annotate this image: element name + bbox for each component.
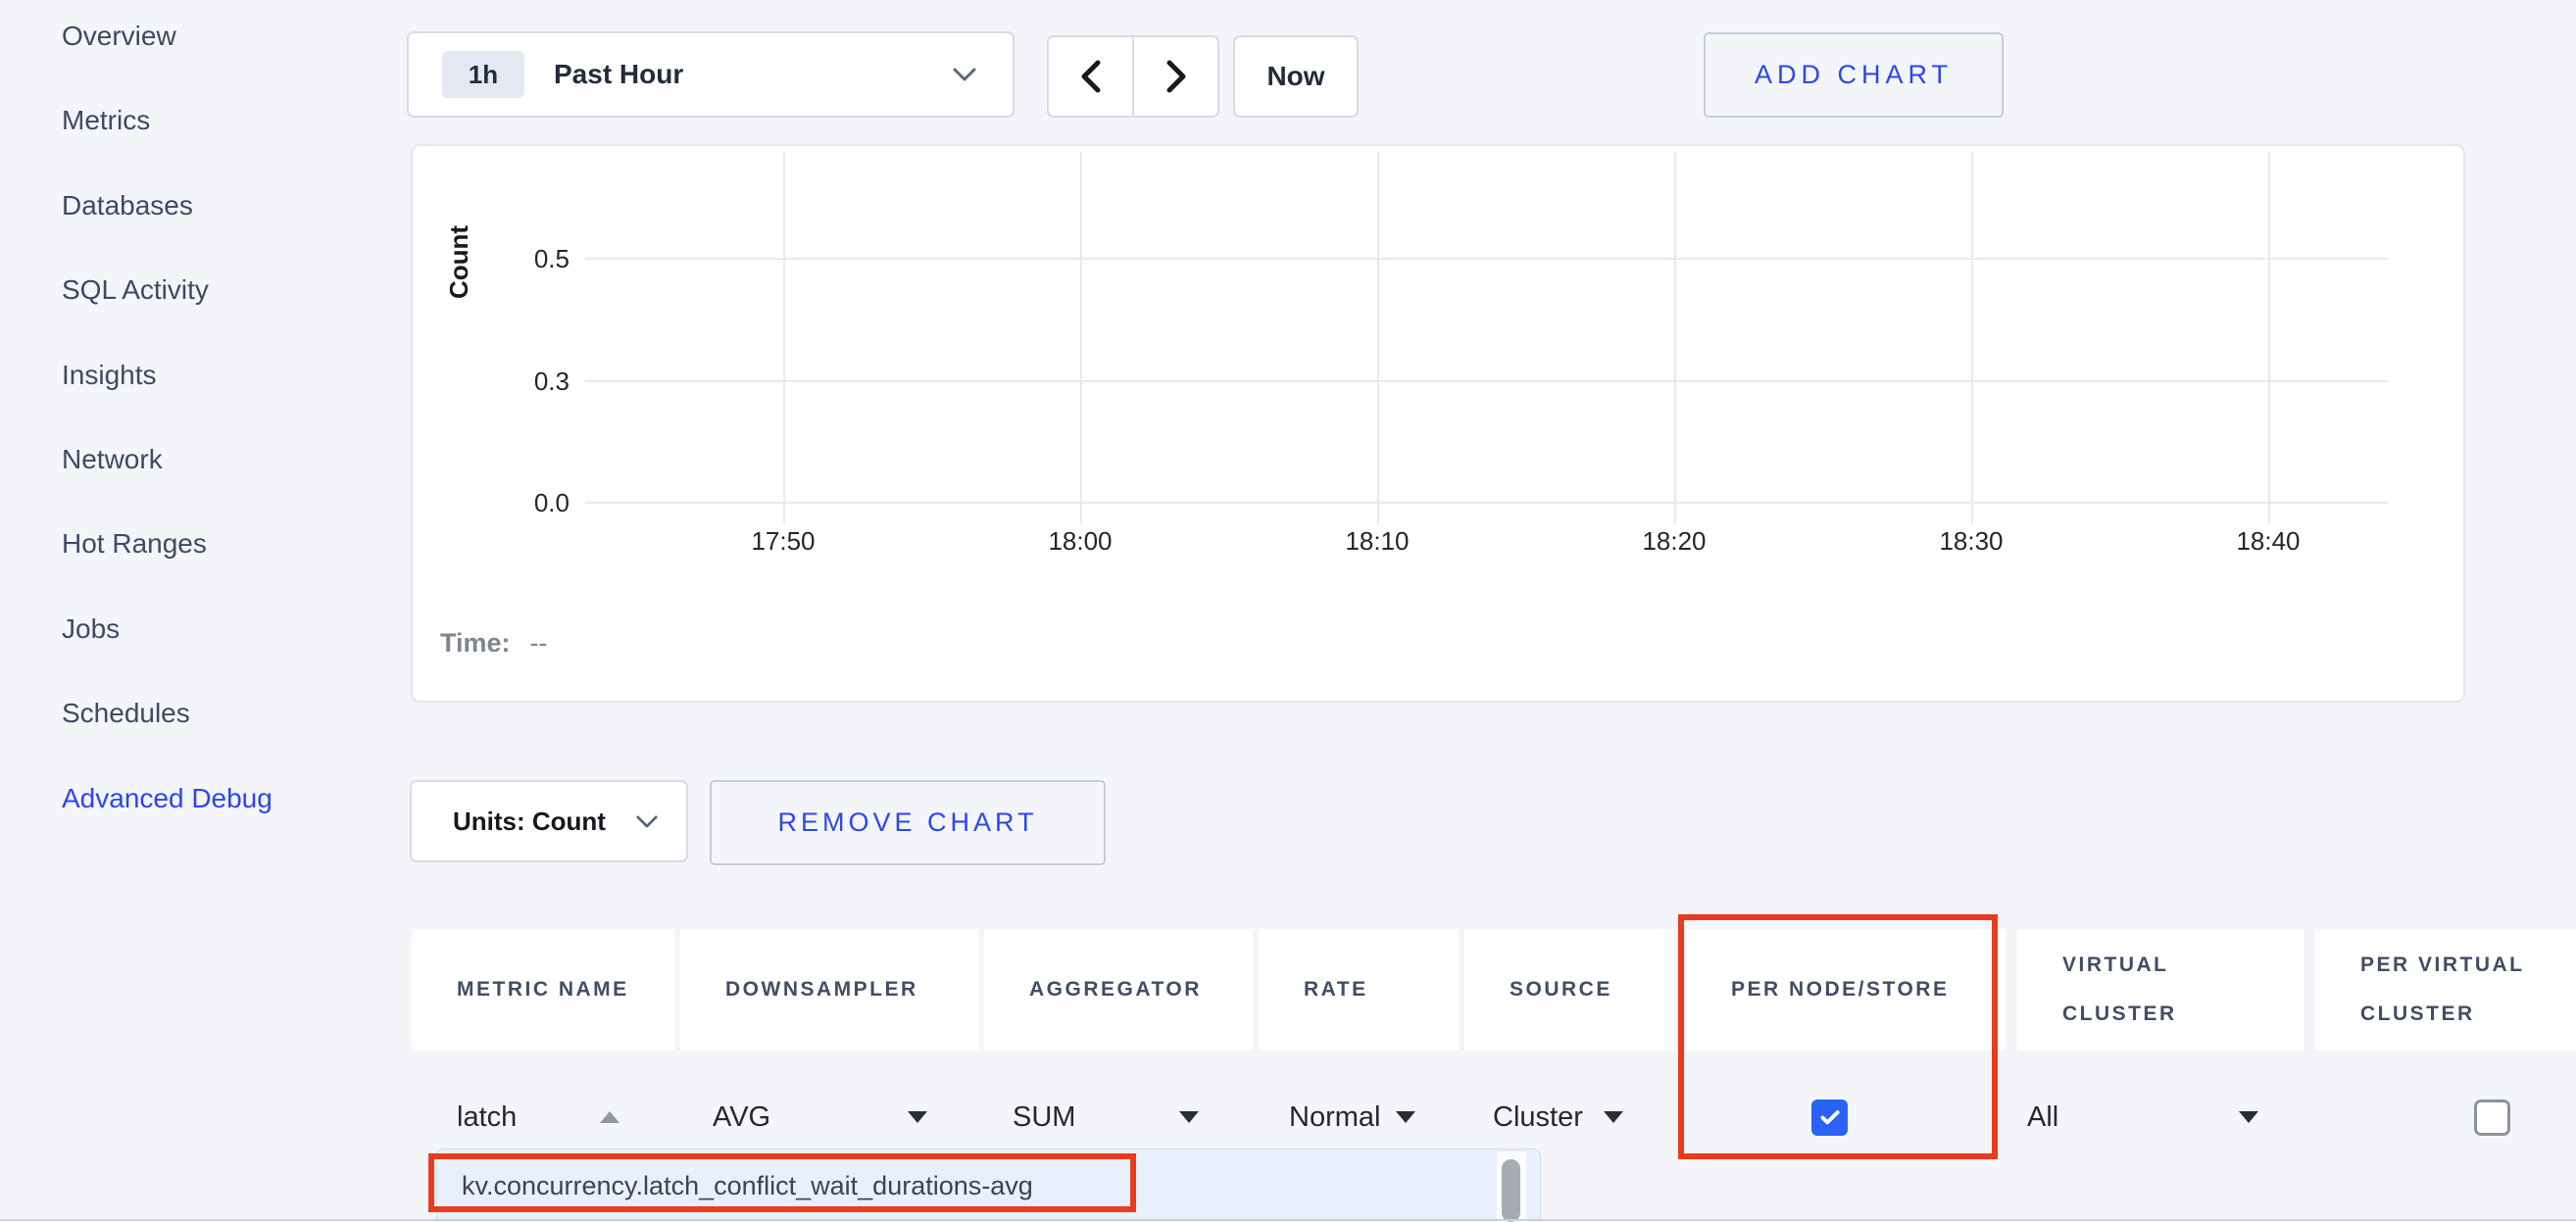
- time-range-select[interactable]: 1h Past Hour: [407, 31, 1015, 118]
- column-header-aggregator: AGGREGATOR: [984, 929, 1253, 1051]
- rate-select[interactable]: Normal: [1259, 1076, 1459, 1158]
- y-tick-label: 0.0: [491, 486, 570, 519]
- per-virtual-cluster-cell: [2315, 1076, 2576, 1158]
- sidebar-item-hot-ranges[interactable]: Hot Ranges: [62, 518, 207, 569]
- x-tick-label: 17:50: [715, 526, 852, 557]
- sidebar-item-advanced-debug[interactable]: Advanced Debug: [62, 773, 272, 824]
- checkmark-icon: [1817, 1104, 1843, 1130]
- gridline-horizontal: [585, 380, 2389, 382]
- gridline-vertical: [783, 152, 785, 524]
- downsampler-select[interactable]: AVG: [680, 1076, 978, 1158]
- column-header-per-node-store: PER NODE/STORE: [1686, 929, 2006, 1051]
- x-tick-label: 18:00: [1012, 526, 1149, 557]
- downsampler-value: AVG: [713, 1101, 770, 1134]
- virtual-cluster-value: All: [2027, 1101, 2058, 1134]
- y-tick-label: 0.5: [491, 242, 570, 275]
- source-select[interactable]: Cluster: [1464, 1076, 1674, 1158]
- gridline-horizontal: [585, 502, 2389, 504]
- scrollbar-track[interactable]: [1497, 1151, 1526, 1222]
- time-window-label: Past Hour: [554, 59, 683, 90]
- chevron-down-icon: [952, 67, 977, 82]
- metric-suggestion-item[interactable]: kv.concurrency.latch_conflict_wait_durat…: [462, 1149, 1033, 1222]
- gridline-horizontal: [585, 258, 2389, 260]
- column-header-per-virtual-cluster: PER VIRTUAL CLUSTER: [2315, 929, 2576, 1051]
- y-axis-label: Count: [444, 181, 479, 342]
- source-value: Cluster: [1493, 1101, 1583, 1134]
- sidebar-item-metrics[interactable]: Metrics: [62, 95, 150, 146]
- sidebar-item-databases[interactable]: Databases: [62, 180, 193, 231]
- custom-chart-panel: Count 0.5 0.3 0.0 17:50 18:00 18:10 18:2…: [411, 144, 2465, 703]
- units-label: Units: Count: [453, 807, 606, 837]
- chevron-down-icon: [635, 814, 659, 829]
- time-readout-value: --: [530, 628, 548, 658]
- sidebar-item-network[interactable]: Network: [62, 434, 163, 485]
- column-header-source: SOURCE: [1464, 929, 1674, 1051]
- now-button[interactable]: Now: [1233, 35, 1359, 118]
- gridline-vertical: [2268, 152, 2270, 524]
- rate-value: Normal: [1289, 1101, 1380, 1134]
- x-tick-label: 18:30: [1903, 526, 2040, 557]
- time-pager: [1047, 35, 1219, 118]
- sidebar-item-sql-activity[interactable]: SQL Activity: [62, 265, 209, 316]
- hover-time-readout: Time: --: [440, 628, 548, 659]
- add-chart-button[interactable]: ADD CHART: [1704, 32, 2004, 118]
- chevron-left-icon: [1078, 59, 1104, 94]
- prev-time-button[interactable]: [1047, 35, 1133, 118]
- caret-down-icon: [1604, 1111, 1623, 1123]
- column-header-rate: RATE: [1259, 929, 1459, 1051]
- scrollbar-thumb[interactable]: [1502, 1159, 1520, 1222]
- caret-down-icon: [2239, 1111, 2258, 1123]
- time-window-badge: 1h: [442, 51, 524, 98]
- per-node-store-cell: [1686, 1076, 2006, 1158]
- metric-suggestion-dropdown: kv.concurrency.latch_conflict_wait_durat…: [436, 1149, 1541, 1221]
- sidebar-item-schedules[interactable]: Schedules: [62, 688, 190, 739]
- virtual-cluster-select[interactable]: All: [2017, 1076, 2304, 1158]
- dropdown-open-arrow-icon: [600, 1111, 619, 1123]
- column-header-metric-name: METRIC NAME: [412, 929, 674, 1051]
- aggregator-select[interactable]: SUM: [984, 1076, 1253, 1158]
- column-header-virtual-cluster: VIRTUAL CLUSTER: [2017, 929, 2304, 1051]
- metric-name-input[interactable]: latch: [412, 1076, 674, 1158]
- per-virtual-cluster-checkbox[interactable]: [2474, 1100, 2510, 1136]
- x-tick-label: 18:20: [1606, 526, 1743, 557]
- gridline-vertical: [1377, 152, 1379, 524]
- next-time-button[interactable]: [1133, 35, 1219, 118]
- column-header-downsampler: DOWNSAMPLER: [680, 929, 978, 1051]
- caret-down-icon: [1396, 1111, 1415, 1123]
- sidebar-item-overview[interactable]: Overview: [62, 11, 176, 62]
- caret-down-icon: [908, 1111, 927, 1123]
- gridline-vertical: [1080, 152, 1082, 524]
- y-tick-label: 0.3: [491, 365, 570, 398]
- x-tick-label: 18:10: [1309, 526, 1446, 557]
- units-select[interactable]: Units: Count: [410, 780, 688, 862]
- gridline-vertical: [1674, 152, 1676, 524]
- aggregator-value: SUM: [1013, 1101, 1075, 1134]
- sidebar-item-jobs[interactable]: Jobs: [62, 604, 120, 655]
- gridline-vertical: [1971, 152, 1973, 524]
- time-readout-label: Time:: [440, 628, 511, 658]
- x-tick-label: 18:40: [2200, 526, 2337, 557]
- sidebar-item-insights[interactable]: Insights: [62, 350, 157, 401]
- caret-down-icon: [1179, 1111, 1199, 1123]
- chevron-right-icon: [1164, 59, 1189, 94]
- remove-chart-button[interactable]: REMOVE CHART: [710, 780, 1106, 865]
- metric-name-value: latch: [457, 1101, 517, 1134]
- per-node-store-checkbox[interactable]: [1811, 1100, 1848, 1136]
